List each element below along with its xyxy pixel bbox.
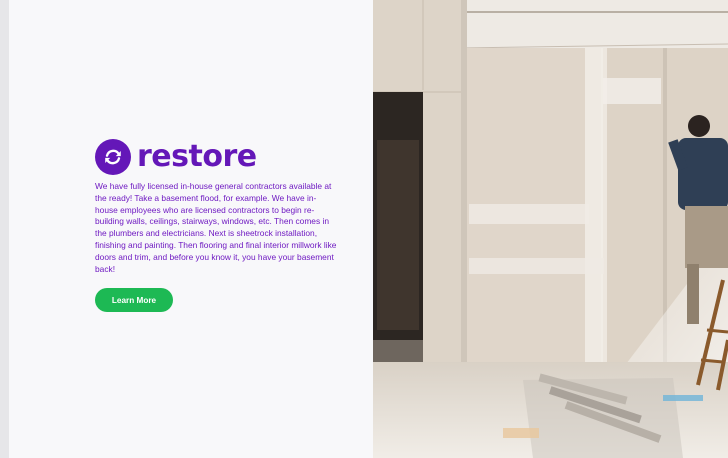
- content-panel: restore We have fully licensed in-house …: [9, 0, 373, 458]
- hero-photo-construction: [373, 0, 728, 458]
- brand-wordmark: restore: [137, 139, 257, 174]
- brand-logo[interactable]: restore: [95, 139, 257, 175]
- learn-more-button[interactable]: Learn More: [95, 288, 173, 312]
- refresh-arrows-icon: [95, 139, 131, 175]
- page-gutter: [0, 0, 9, 458]
- hero-description: We have fully licensed in-house general …: [95, 181, 337, 274]
- page: restore We have fully licensed in-house …: [0, 0, 728, 458]
